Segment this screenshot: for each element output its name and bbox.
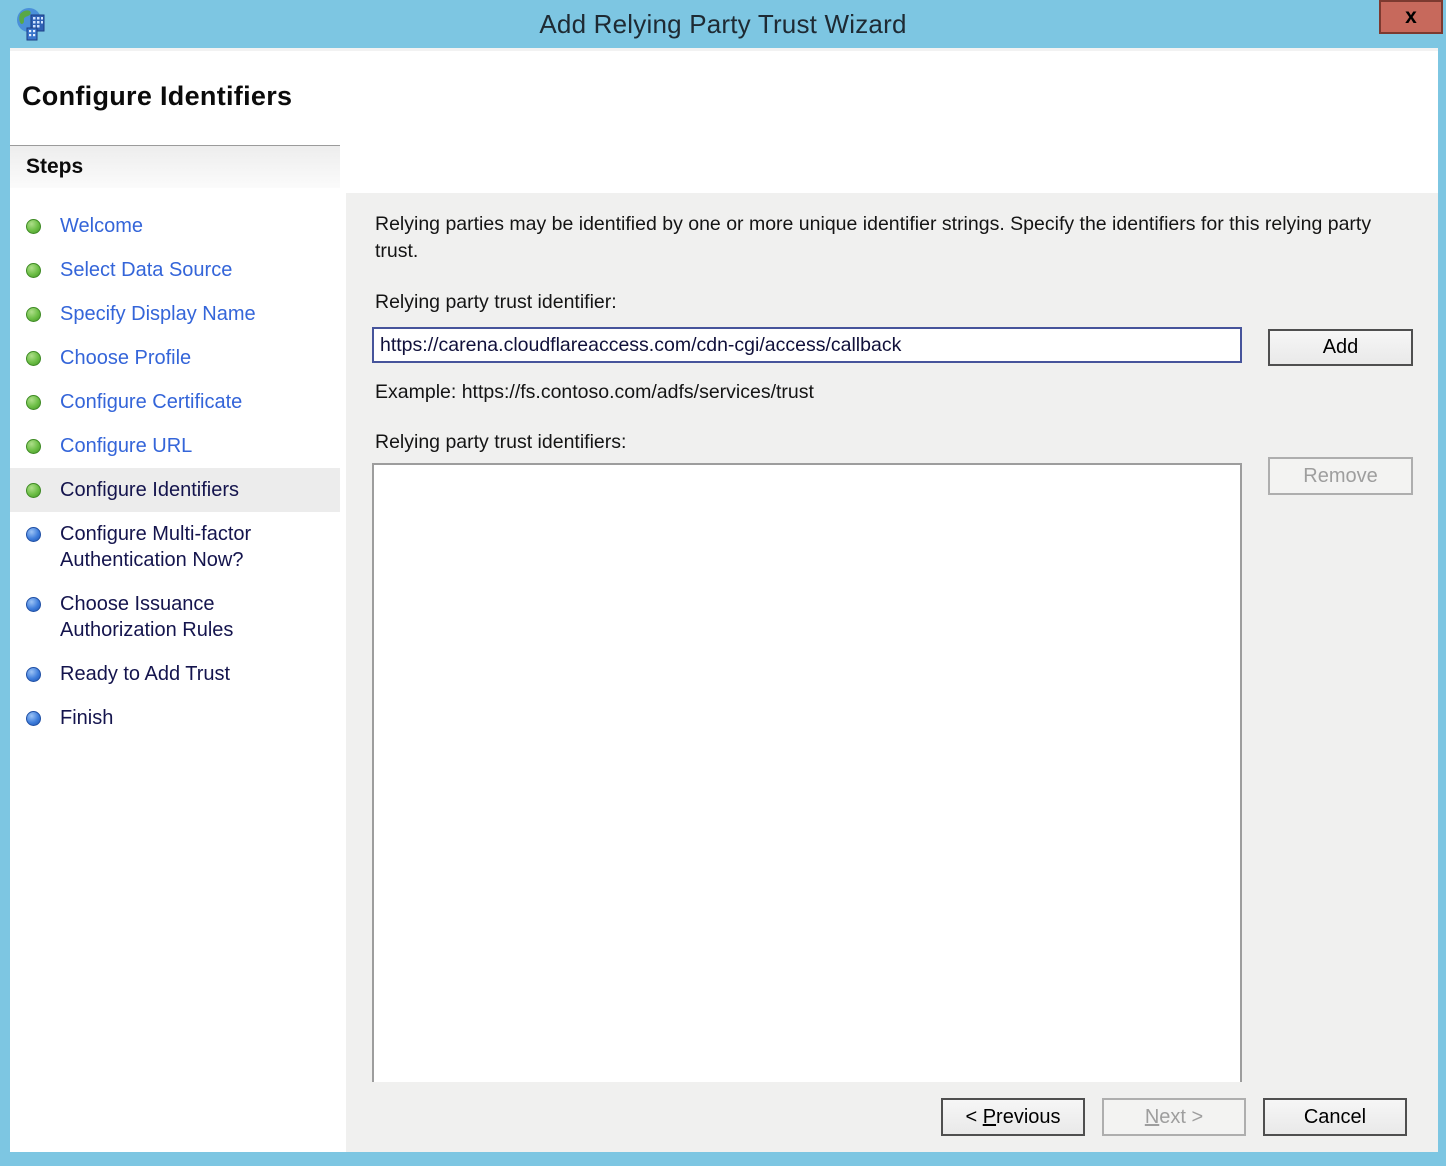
sidebar-step-choose-issuance-authorization-rules: Choose Issuance Authorization Rules bbox=[10, 582, 340, 652]
example-text: Example: https://fs.contoso.com/adfs/ser… bbox=[375, 381, 814, 404]
sidebar-step-label: Configure URL bbox=[60, 433, 192, 459]
sidebar-step-label: Choose Profile bbox=[60, 345, 191, 371]
window-bottom-border bbox=[0, 1152, 1446, 1166]
previous-button[interactable]: < Previous bbox=[941, 1098, 1085, 1136]
window-title: Add Relying Party Trust Wizard bbox=[0, 9, 1446, 40]
intro-text: Relying parties may be identified by one… bbox=[375, 211, 1405, 265]
content-area: Relying parties may be identified by one… bbox=[346, 145, 1438, 1152]
add-button[interactable]: Add bbox=[1268, 329, 1413, 366]
configure-identifiers-panel: Relying parties may be identified by one… bbox=[346, 193, 1438, 1123]
next-button[interactable]: Next > bbox=[1102, 1098, 1246, 1136]
steps-header: Steps bbox=[10, 146, 340, 188]
sidebar-step-label: Specify Display Name bbox=[60, 301, 256, 327]
completed-bullet-icon bbox=[26, 395, 41, 410]
wizard-footer: < Previous Next > Cancel bbox=[346, 1082, 1438, 1152]
sidebar-step-label: Select Data Source bbox=[60, 257, 232, 283]
completed-bullet-icon bbox=[26, 351, 41, 366]
completed-bullet-icon bbox=[26, 263, 41, 278]
completed-bullet-icon bbox=[26, 307, 41, 322]
sidebar-step-configure-identifiers: Configure Identifiers bbox=[10, 468, 340, 512]
steps-list: Welcome Select Data Source Specify Display… bbox=[10, 188, 340, 740]
previous-button-label: < Previous bbox=[965, 1106, 1060, 1129]
identifier-label: Relying party trust identifier: bbox=[375, 291, 617, 314]
sidebar-step-label: Configure Multi-factor Authentication No… bbox=[60, 521, 310, 573]
sidebar-step-configure-certificate[interactable]: Configure Certificate bbox=[10, 380, 340, 424]
sidebar-step-ready-to-add-trust: Ready to Add Trust bbox=[10, 652, 340, 696]
cancel-button[interactable]: Cancel bbox=[1263, 1098, 1407, 1136]
sidebar-step-welcome[interactable]: Welcome bbox=[10, 204, 340, 248]
sidebar-step-label: Finish bbox=[60, 705, 113, 731]
sidebar-step-choose-profile[interactable]: Choose Profile bbox=[10, 336, 340, 380]
sidebar-step-configure-url[interactable]: Configure URL bbox=[10, 424, 340, 468]
sidebar-step-label: Welcome bbox=[60, 213, 143, 239]
wizard-window: Configure Identifiers Steps Welcome Selec… bbox=[10, 48, 1438, 1152]
completed-bullet-icon bbox=[26, 219, 41, 234]
completed-bullet-icon bbox=[26, 439, 41, 454]
sidebar-step-label: Choose Issuance Authorization Rules bbox=[60, 591, 310, 643]
upcoming-bullet-icon bbox=[26, 711, 41, 726]
adfs-wizard-icon bbox=[14, 6, 52, 44]
sidebar-step-configure-multi-factor-authentication-now: Configure Multi-factor Authentication No… bbox=[10, 512, 340, 582]
identifiers-list-label: Relying party trust identifiers: bbox=[375, 431, 626, 454]
sidebar-step-label: Configure Identifiers bbox=[60, 477, 239, 503]
completed-bullet-icon bbox=[26, 483, 41, 498]
sidebar-step-select-data-source[interactable]: Select Data Source bbox=[10, 248, 340, 292]
close-button[interactable]: x bbox=[1379, 0, 1443, 34]
upcoming-bullet-icon bbox=[26, 597, 41, 612]
titlebar: Add Relying Party Trust Wizard x bbox=[0, 0, 1446, 48]
identifiers-listbox[interactable] bbox=[372, 463, 1242, 1091]
sidebar-step-label: Ready to Add Trust bbox=[60, 661, 230, 687]
page-header: Configure Identifiers bbox=[10, 48, 1438, 145]
sidebar-step-label: Configure Certificate bbox=[60, 389, 242, 415]
identifier-input[interactable] bbox=[372, 327, 1242, 363]
upcoming-bullet-icon bbox=[26, 527, 41, 542]
sidebar-step-specify-display-name[interactable]: Specify Display Name bbox=[10, 292, 340, 336]
next-button-label: Next > bbox=[1145, 1106, 1203, 1129]
page-title: Configure Identifiers bbox=[22, 81, 292, 112]
steps-sidebar: Steps Welcome Select Data Source Specify D… bbox=[10, 145, 340, 1152]
sidebar-step-finish: Finish bbox=[10, 696, 340, 740]
upcoming-bullet-icon bbox=[26, 667, 41, 682]
remove-button[interactable]: Remove bbox=[1268, 457, 1413, 495]
